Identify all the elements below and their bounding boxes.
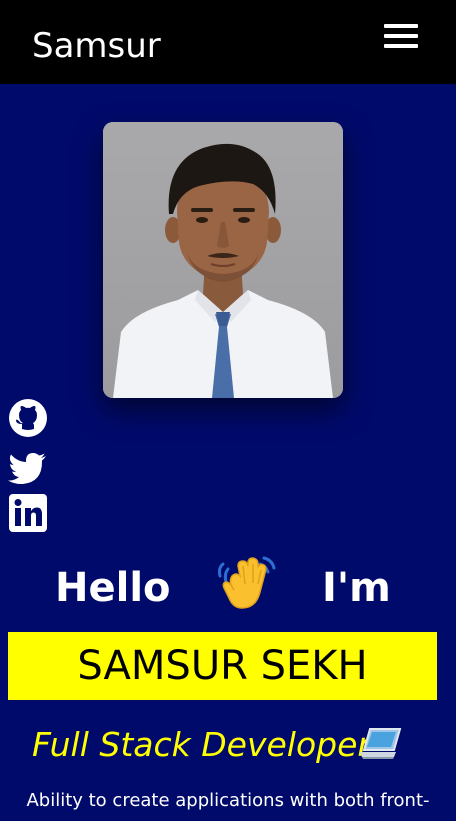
- brand-logo-text[interactable]: Samsur: [32, 24, 161, 68]
- hamburger-menu-icon[interactable]: [384, 24, 418, 48]
- menu-bar: [384, 44, 418, 48]
- role-line: Full Stack Developer: [0, 722, 456, 768]
- greeting-im: I'm: [322, 565, 391, 611]
- menu-bar: [384, 34, 418, 38]
- description-text: Ability to create applications with both…: [26, 790, 430, 811]
- greeting: Hello I'm: [0, 556, 456, 616]
- menu-bar: [384, 24, 418, 28]
- waving-hand-icon: [214, 552, 278, 616]
- linkedin-icon[interactable]: [8, 493, 48, 533]
- profile-photo-illustration: [103, 122, 343, 398]
- github-icon[interactable]: [8, 398, 48, 438]
- twitter-icon[interactable]: [8, 448, 48, 488]
- laptop-icon: [360, 726, 404, 762]
- role-title: Full Stack Developer: [32, 725, 371, 764]
- name-banner: SAMSUR SEKH: [8, 632, 437, 700]
- navbar: Samsur: [0, 0, 456, 84]
- profile-photo: [103, 122, 343, 398]
- greeting-hello: Hello: [55, 565, 171, 611]
